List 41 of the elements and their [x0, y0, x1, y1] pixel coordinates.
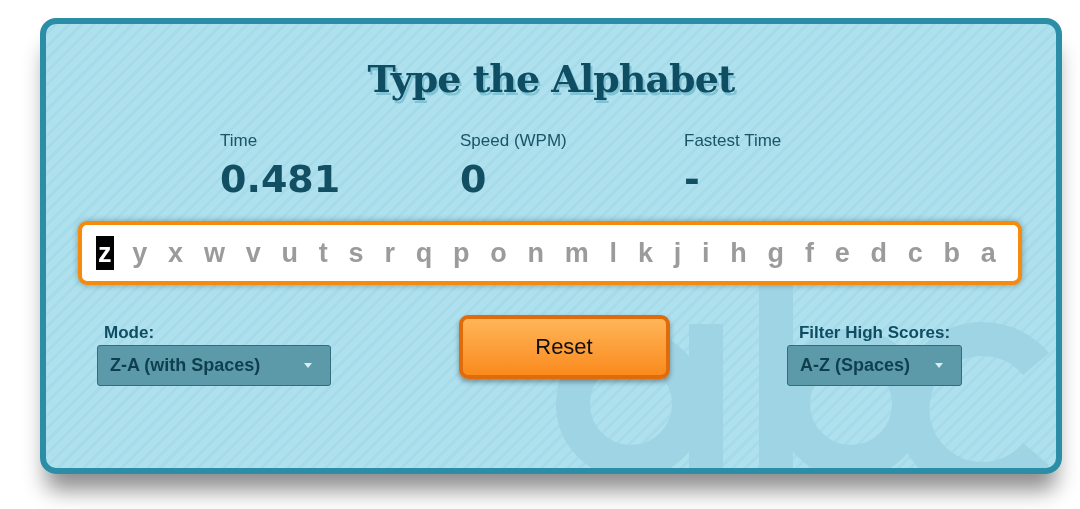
- letter: c: [906, 237, 924, 270]
- letter: d: [869, 237, 888, 270]
- letter: f: [803, 237, 815, 270]
- letter: v: [244, 237, 262, 270]
- letter: q: [414, 237, 434, 270]
- letter: i: [701, 237, 711, 270]
- reset-button[interactable]: Reset: [458, 315, 670, 379]
- letter: y: [131, 237, 149, 270]
- letter: m: [563, 237, 590, 270]
- letter: u: [280, 237, 299, 270]
- stat-label: Speed (WPM): [460, 131, 568, 151]
- letter: a: [979, 237, 997, 270]
- letter: n: [526, 237, 546, 270]
- mode-dropdown[interactable]: Z-A (with Spaces): [97, 345, 331, 386]
- letter: t: [317, 237, 329, 270]
- stat-label: Time: [220, 131, 259, 151]
- letter: h: [729, 237, 748, 270]
- typing-field[interactable]: z y x w v u t s r q p o n m l k j i h g f e d c b a: [78, 221, 1022, 285]
- letter: s: [347, 237, 365, 270]
- letter: b: [942, 237, 962, 270]
- letter: e: [833, 237, 851, 270]
- caret-icon: [304, 363, 312, 368]
- letter: o: [489, 237, 508, 270]
- stat-value: -: [684, 157, 701, 201]
- letter: j: [672, 237, 683, 270]
- letter: l: [608, 237, 619, 270]
- letter: g: [766, 237, 786, 270]
- letter: r: [383, 237, 396, 270]
- filter-label: Filter High Scores:: [798, 323, 951, 343]
- stat-value: 0: [460, 157, 488, 201]
- letter: p: [451, 237, 471, 270]
- stat-value: 0.481: [220, 157, 342, 201]
- caret-icon: [935, 363, 943, 368]
- letter: z: [96, 236, 114, 270]
- mode-label: Mode:: [104, 323, 155, 343]
- page-title: Type the Alphabet: [366, 56, 736, 101]
- letter: w: [202, 237, 226, 270]
- stat-label: Fastest Time: [684, 131, 782, 151]
- letter: x: [167, 237, 185, 270]
- filter-dropdown[interactable]: A-Z (Spaces): [787, 345, 962, 386]
- letter: k: [636, 237, 654, 270]
